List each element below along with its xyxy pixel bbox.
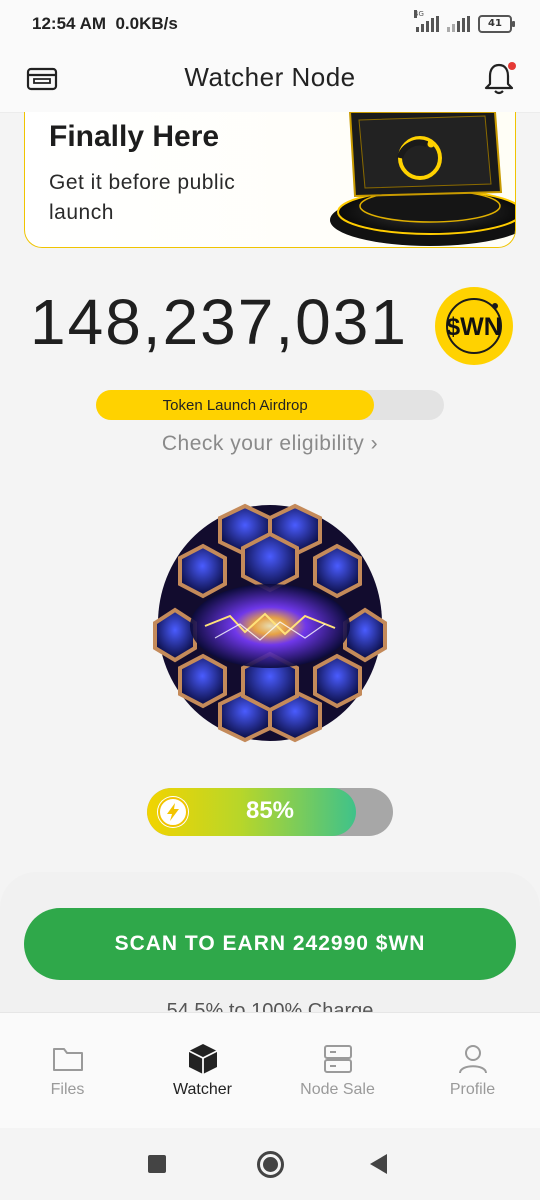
nav-item-watcher[interactable]: Watcher bbox=[135, 1013, 270, 1128]
bottom-nav: Files Watcher Node Sale Profile bbox=[0, 1012, 540, 1128]
recents-icon[interactable] bbox=[148, 1155, 166, 1173]
wn-coin-icon: $WN bbox=[435, 287, 513, 365]
page-title: Watcher Node bbox=[184, 62, 356, 92]
watcher-node-orb-image[interactable] bbox=[145, 498, 395, 748]
airdrop-label: Token Launch Airdrop bbox=[162, 396, 308, 414]
check-eligibility-link[interactable]: Check your eligibility › bbox=[0, 432, 540, 456]
nav-item-files[interactable]: Files bbox=[0, 1013, 135, 1128]
notification-dot bbox=[508, 62, 516, 70]
energy-percent: 85% bbox=[245, 797, 295, 824]
balance-amount: 148,237,031 bbox=[30, 286, 408, 358]
coin-label: $WN bbox=[446, 313, 502, 341]
back-icon[interactable] bbox=[370, 1154, 387, 1174]
nav-label: Watcher bbox=[173, 1081, 232, 1098]
user-icon bbox=[458, 1045, 487, 1074]
server-icon bbox=[323, 1045, 352, 1073]
nav-item-profile[interactable]: Profile bbox=[405, 1013, 540, 1128]
promo-banner[interactable]: Finally Here Get it before public launch bbox=[24, 112, 516, 248]
status-time: 12:54 AM 0.0KB/s bbox=[32, 14, 178, 33]
cube-icon bbox=[188, 1044, 217, 1074]
nav-item-node-sale[interactable]: Node Sale bbox=[270, 1013, 405, 1128]
signal-4g-icon: 4G bbox=[414, 10, 439, 32]
system-nav-bar bbox=[0, 1128, 540, 1200]
scan-sheet: SCAN TO EARN 242990 $WN 54.5% to 100% Ch… bbox=[0, 872, 540, 1022]
battery-icon: 41 bbox=[478, 15, 515, 33]
banner-subtitle: Get it before public launch bbox=[49, 171, 236, 224]
banner-title: Finally Here bbox=[49, 120, 220, 153]
signal-icon bbox=[447, 16, 470, 32]
home-icon[interactable] bbox=[257, 1151, 284, 1178]
nav-label: Profile bbox=[449, 1081, 496, 1098]
folder-pedestal-image bbox=[330, 112, 515, 246]
status-icons: 4G 41 bbox=[414, 10, 515, 33]
airdrop-progress-fill: Token Launch Airdrop bbox=[96, 390, 375, 420]
status-bar: 12:54 AM 0.0KB/s 4G 41 bbox=[0, 0, 540, 50]
airdrop-progress[interactable]: Token Launch Airdrop bbox=[96, 390, 444, 420]
app-header: Watcher Node bbox=[0, 50, 540, 112]
folder-icon bbox=[52, 1048, 83, 1071]
nav-label: Files bbox=[50, 1081, 85, 1098]
nav-label: Node Sale bbox=[300, 1081, 375, 1098]
scan-to-earn-button[interactable]: SCAN TO EARN 242990 $WN bbox=[24, 908, 516, 980]
